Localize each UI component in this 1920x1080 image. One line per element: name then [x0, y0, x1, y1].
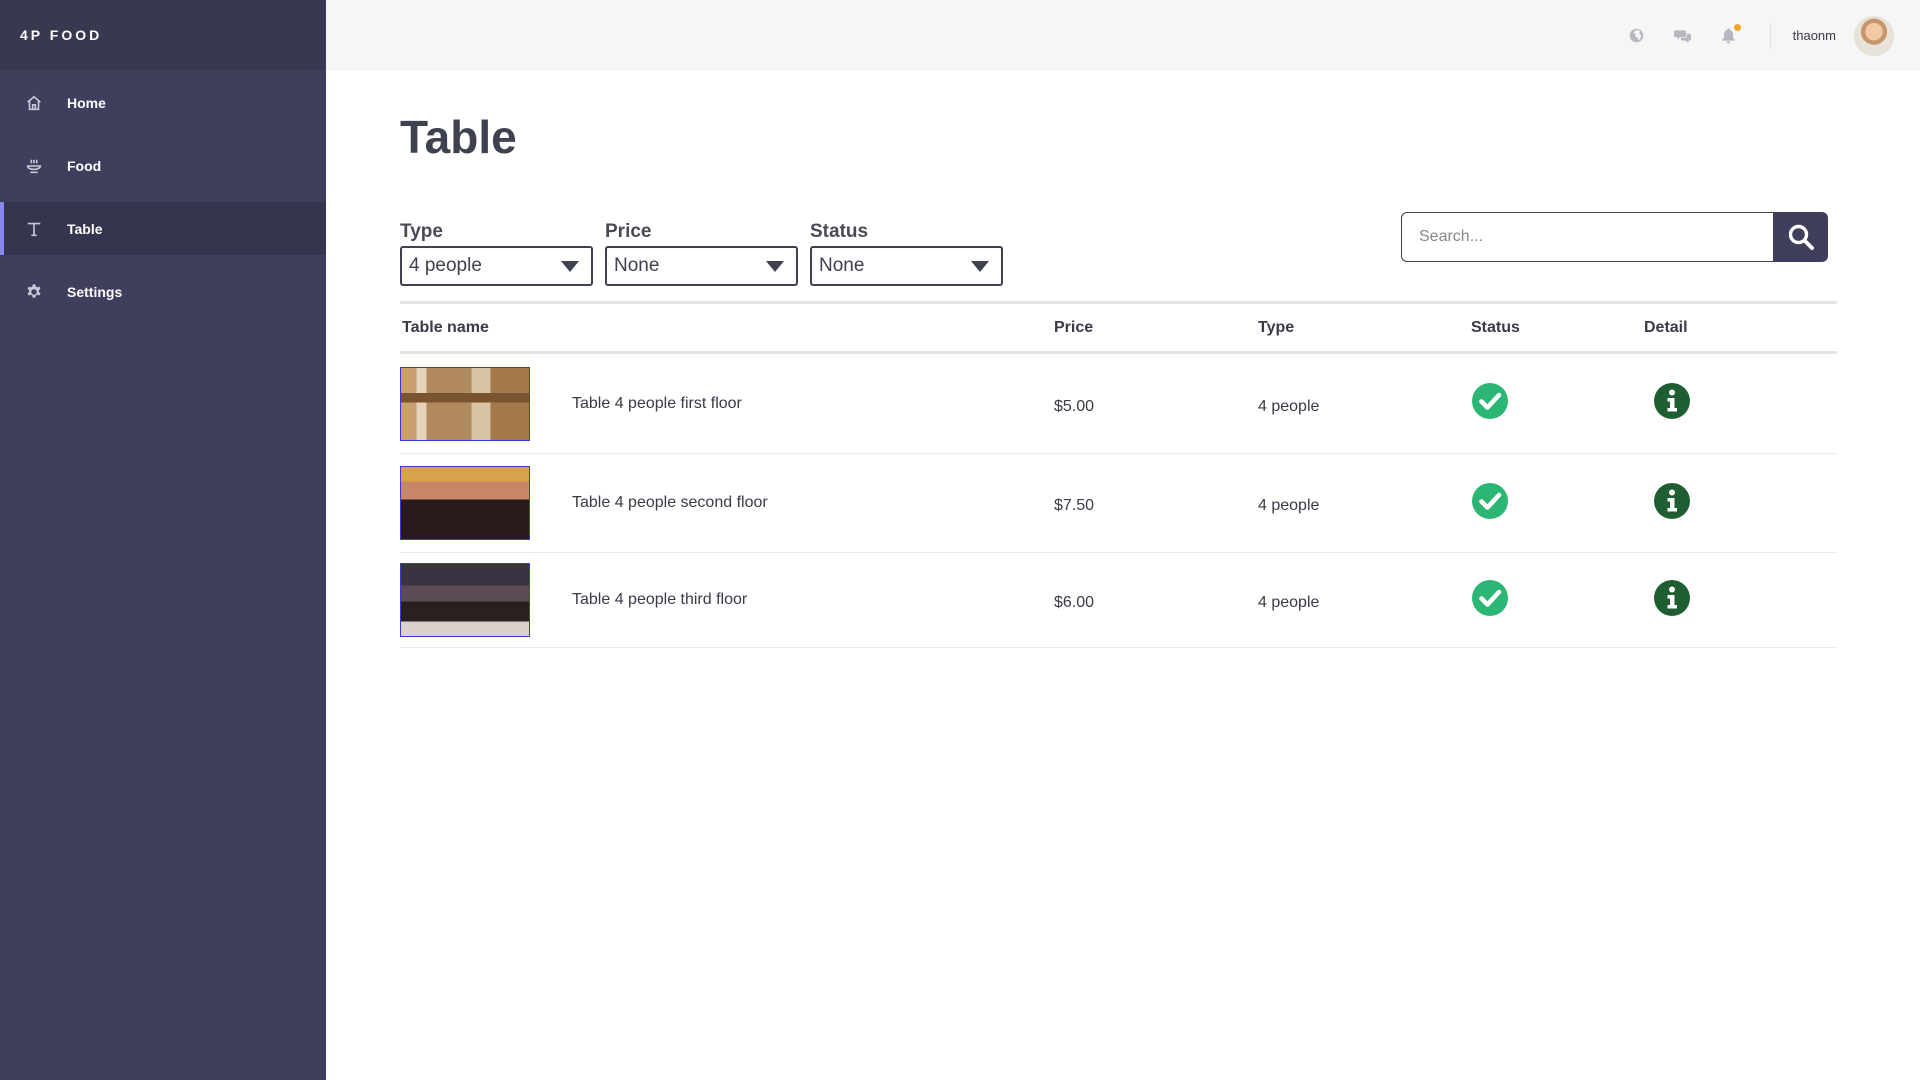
price-select[interactable]: None — [605, 246, 798, 286]
info-icon[interactable] — [1654, 383, 1690, 419]
price-select-value: None — [614, 255, 660, 276]
table-name: Table 4 people first floor — [572, 394, 742, 412]
filter-price: Price None — [605, 221, 798, 286]
gear-icon — [0, 283, 67, 301]
search-icon — [1788, 224, 1814, 250]
globe-icon[interactable] — [1614, 27, 1660, 44]
filters-bar: Type 4 people Price None Status None — [400, 212, 1837, 301]
row-name-cell: Table 4 people second floor — [400, 466, 1054, 540]
sidebar-item-table[interactable]: Table — [0, 202, 326, 255]
sidebar-item-label: Settings — [67, 283, 123, 300]
table-row: Table 4 people third floor $6.00 4 peopl… — [400, 553, 1837, 648]
home-icon — [0, 94, 67, 112]
info-icon[interactable] — [1654, 482, 1690, 519]
table-thumbnail[interactable] — [400, 563, 530, 637]
table-header: Table name Price Type Status Detail — [400, 304, 1837, 354]
table-name: Table 4 people second floor — [572, 494, 768, 511]
detail-cell — [1644, 383, 1837, 424]
detail-cell — [1644, 579, 1837, 621]
table-price: $7.50 — [1054, 497, 1095, 514]
topbar: thaonm — [326, 0, 1920, 71]
check-circle-icon — [1472, 383, 1508, 419]
search-input[interactable] — [1401, 212, 1773, 262]
header-table-name[interactable]: Table name — [400, 319, 1054, 337]
sidebar-item-label: Food — [67, 157, 102, 174]
check-circle-icon — [1472, 579, 1508, 616]
sidebar-item-settings[interactable]: Settings — [0, 265, 326, 318]
table-type: 4 people — [1258, 397, 1320, 415]
table-thumbnail[interactable] — [400, 466, 530, 540]
table-price: $5.00 — [1054, 397, 1095, 415]
brand-logo[interactable]: 4P FOOD — [0, 0, 326, 70]
sidebar-item-label: Table — [67, 220, 103, 237]
page-title: Table — [400, 111, 517, 163]
header-price[interactable]: Price — [1054, 319, 1258, 337]
main-content: Table Type 4 people Price None Status No… — [400, 71, 1837, 648]
status-cell — [1471, 383, 1644, 424]
header-status[interactable]: Status — [1471, 319, 1644, 337]
tables-list: Table name Price Type Status Detail Tabl… — [400, 301, 1837, 648]
chat-icon[interactable] — [1660, 27, 1706, 44]
chevron-down-icon — [971, 260, 989, 272]
header-type[interactable]: Type — [1258, 319, 1471, 337]
filter-status: Status None — [810, 221, 1003, 286]
info-icon[interactable] — [1654, 579, 1690, 616]
status-select-value: None — [819, 255, 865, 276]
table-row: Table 4 people second floor $7.50 4 peop… — [400, 454, 1837, 553]
filter-type-label: Type — [400, 221, 443, 242]
sidebar-item-home[interactable]: Home — [0, 76, 326, 129]
sidebar: 4P FOOD Home Food Table Settings — [0, 0, 326, 1080]
type-select-value: 4 people — [409, 255, 482, 276]
row-name-cell: Table 4 people first floor — [400, 366, 1054, 441]
bell-icon[interactable] — [1706, 24, 1752, 44]
sidebar-nav: Home Food Table Settings — [0, 76, 326, 318]
table-type: 4 people — [1258, 594, 1320, 611]
type-select[interactable]: 4 people — [400, 246, 593, 286]
status-select[interactable]: None — [810, 246, 1003, 286]
table-price: $6.00 — [1054, 594, 1095, 611]
topbar-divider — [1769, 21, 1771, 50]
filter-type: Type 4 people — [400, 221, 593, 286]
sidebar-item-food[interactable]: Food — [0, 139, 326, 192]
table-type: 4 people — [1258, 497, 1320, 514]
row-name-cell: Table 4 people third floor — [400, 563, 1054, 637]
table-thumbnail[interactable] — [400, 366, 530, 441]
username[interactable]: thaonm — [1793, 28, 1836, 43]
filter-status-label: Status — [810, 221, 869, 242]
status-cell — [1471, 482, 1644, 524]
food-bowl-icon — [0, 157, 67, 175]
header-detail[interactable]: Detail — [1644, 319, 1837, 337]
filter-price-label: Price — [605, 221, 652, 242]
status-cell — [1471, 579, 1644, 621]
avatar[interactable] — [1854, 15, 1894, 56]
table-icon — [0, 220, 67, 238]
table-name: Table 4 people third floor — [572, 591, 748, 608]
table-row: Table 4 people first floor $5.00 4 peopl… — [400, 354, 1837, 454]
check-circle-icon — [1472, 482, 1508, 519]
notification-dot — [1733, 24, 1741, 31]
chevron-down-icon — [766, 260, 784, 272]
search-bar — [1401, 212, 1828, 262]
search-button[interactable] — [1773, 212, 1828, 262]
sidebar-item-label: Home — [67, 94, 106, 111]
chevron-down-icon — [561, 260, 579, 272]
detail-cell — [1644, 482, 1837, 524]
